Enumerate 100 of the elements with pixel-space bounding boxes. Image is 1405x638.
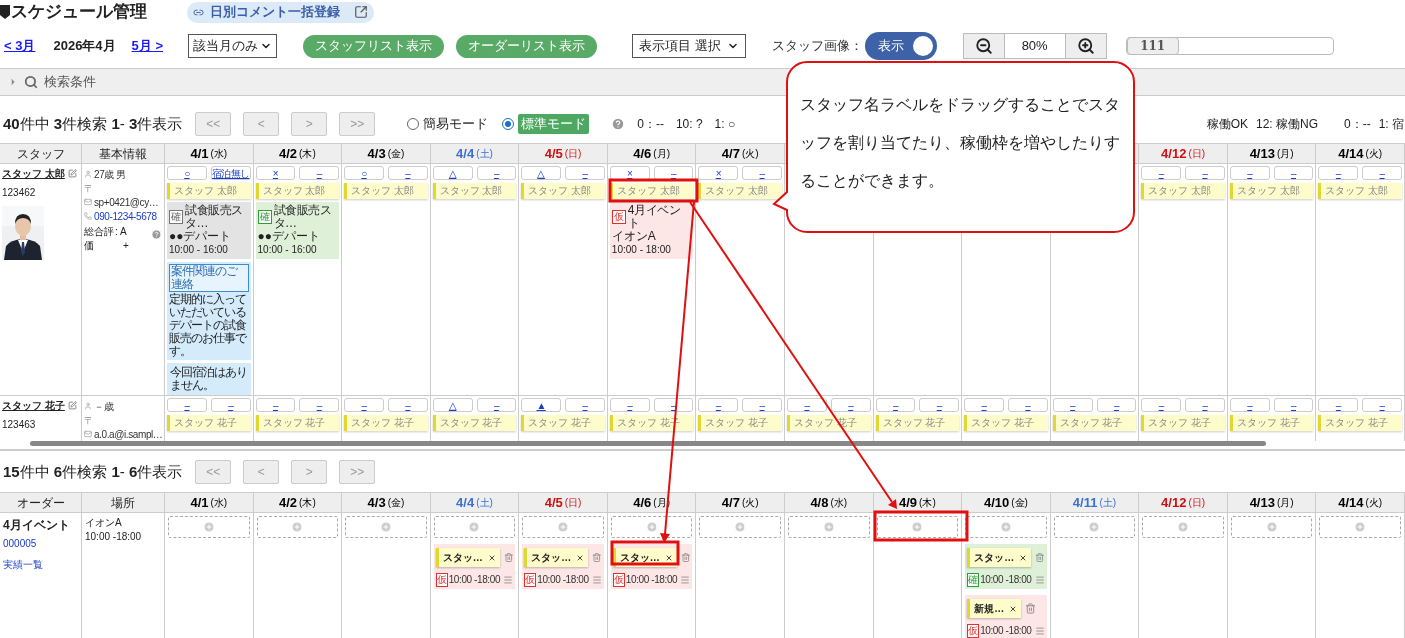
availability-mark[interactable]: – <box>1185 398 1225 412</box>
close-icon[interactable] <box>576 553 585 562</box>
availability-mark[interactable]: – <box>830 398 871 412</box>
availability-mark[interactable]: – <box>653 166 694 180</box>
add-slot[interactable] <box>345 516 427 538</box>
staff-chip[interactable]: スタッ… <box>524 548 589 567</box>
availability-mark[interactable]: – <box>787 398 827 412</box>
availability-mark[interactable]: – <box>387 398 428 412</box>
availability-mark[interactable]: – <box>387 166 428 180</box>
add-slot[interactable] <box>1319 516 1401 538</box>
availability-mark[interactable]: △ <box>521 166 562 180</box>
prev-month-link[interactable]: < 3月 <box>4 36 36 56</box>
staff-label[interactable]: スタッフ 太郎 <box>432 183 517 199</box>
trash-icon[interactable] <box>503 552 514 563</box>
availability-mark[interactable]: – <box>1273 166 1314 180</box>
availability-mark[interactable]: – <box>1362 166 1402 180</box>
add-slot[interactable] <box>522 516 604 538</box>
availability-mark[interactable]: – <box>742 166 782 180</box>
availability-mark[interactable]: – <box>167 398 207 412</box>
staff-label[interactable]: スタッフ 太郎 <box>1229 183 1314 199</box>
availability-mark[interactable]: – <box>476 166 517 180</box>
availability-mark[interactable]: – <box>1229 398 1270 412</box>
staff-label[interactable]: スタッフ 太郎 <box>698 183 782 199</box>
menu-icon[interactable] <box>1034 625 1045 636</box>
availability-mark[interactable]: – <box>565 398 605 412</box>
add-slot[interactable] <box>168 516 250 538</box>
staff-label[interactable]: スタッフ 花子 <box>1141 415 1225 431</box>
availability-mark[interactable]: × <box>609 166 650 180</box>
help-icon[interactable] <box>611 117 626 131</box>
add-slot[interactable] <box>433 516 516 538</box>
close-icon[interactable] <box>1019 553 1028 562</box>
availability-mark[interactable]: – <box>1096 398 1137 412</box>
menu-icon[interactable] <box>1034 574 1045 585</box>
availability-mark[interactable]: – <box>742 398 782 412</box>
availability-mark[interactable]: – <box>1007 398 1048 412</box>
results-link[interactable]: 実績一覧 <box>3 557 78 572</box>
close-icon[interactable] <box>1009 604 1018 613</box>
staff-label[interactable]: スタッフ 花子 <box>521 415 605 431</box>
availability-mark[interactable]: – <box>1141 398 1182 412</box>
staff-label[interactable]: スタッフ 花子 <box>1318 415 1402 431</box>
availability-mark[interactable]: × <box>255 166 296 180</box>
edit-icon[interactable] <box>67 169 77 178</box>
availability-mark[interactable]: – <box>653 398 694 412</box>
availability-mark[interactable]: – <box>609 398 650 412</box>
add-slot[interactable] <box>876 516 959 538</box>
availability-mark[interactable]: – <box>1273 398 1314 412</box>
size-slider[interactable]: 111 <box>1125 37 1334 55</box>
staff-label[interactable]: スタッフ 花子 <box>167 415 251 431</box>
mode-radio[interactable]: 簡易モード <box>407 114 489 134</box>
add-slot[interactable] <box>699 516 781 538</box>
add-slot[interactable] <box>610 516 693 538</box>
availability-mark[interactable]: × <box>698 166 739 180</box>
staff-label[interactable]: スタッフ 太郎 <box>255 183 340 199</box>
display-items-select[interactable]: 表示項目 選択 <box>632 34 746 58</box>
staff-label[interactable]: スタッフ 太郎 <box>1318 183 1402 199</box>
trash-icon[interactable] <box>1025 603 1037 614</box>
staff-label[interactable]: スタッフ 花子 <box>344 415 428 431</box>
staff-label[interactable]: スタッフ 花子 <box>255 415 340 431</box>
trash-icon[interactable] <box>680 552 691 563</box>
staff-label[interactable]: スタッフ 花子 <box>432 415 517 431</box>
add-slot[interactable] <box>1053 516 1136 538</box>
help-icon[interactable] <box>151 229 162 240</box>
availability-mark[interactable]: – <box>1362 398 1402 412</box>
availability-mark[interactable]: – <box>476 398 517 412</box>
staff-label[interactable]: スタッフ 太郎 <box>609 183 694 199</box>
staff-label[interactable]: スタッフ 太郎 <box>344 183 428 199</box>
staff-chip[interactable]: スタッ… <box>967 548 1032 567</box>
availability-mark[interactable]: – <box>1318 398 1359 412</box>
menu-icon[interactable] <box>591 574 602 585</box>
phone-link[interactable]: 090-1234-5678 <box>94 208 157 224</box>
staff-chip[interactable]: スタッ… <box>435 548 500 567</box>
availability-mark[interactable]: – <box>344 398 384 412</box>
availability-mark[interactable]: – <box>210 398 251 412</box>
availability-mark[interactable]: – <box>299 398 340 412</box>
staff-label[interactable]: スタッフ 花子 <box>1229 415 1314 431</box>
staff-label[interactable]: スタッフ 花子 <box>1052 415 1137 431</box>
add-slot[interactable] <box>1230 516 1313 538</box>
availability-mark[interactable]: – <box>255 398 296 412</box>
availability-mark[interactable]: ○ <box>344 166 384 180</box>
availability-mark[interactable]: 宿泊無し <box>210 166 251 180</box>
availability-mark[interactable]: – <box>565 166 605 180</box>
order-code-link[interactable]: 000005 <box>3 536 78 551</box>
add-slot[interactable] <box>256 516 339 538</box>
availability-mark[interactable]: △ <box>432 398 473 412</box>
availability-mark[interactable]: ○ <box>167 166 207 180</box>
staff-label[interactable]: スタッフ 花子 <box>964 415 1048 431</box>
range-select[interactable]: 該当月のみ <box>188 34 278 58</box>
close-icon[interactable] <box>664 553 673 562</box>
slider-handle[interactable]: 111 <box>1126 37 1179 55</box>
scrollbar[interactable] <box>30 441 1266 446</box>
add-slot[interactable] <box>965 516 1047 538</box>
add-slot[interactable] <box>1142 516 1224 538</box>
availability-mark[interactable]: – <box>698 398 739 412</box>
add-slot[interactable] <box>788 516 870 538</box>
staff-label[interactable]: スタッフ 太郎 <box>167 183 251 199</box>
menu-icon[interactable] <box>503 574 514 585</box>
staff-label[interactable]: スタッフ 太郎 <box>1141 183 1225 199</box>
next-month-link[interactable]: 5月 > <box>131 36 164 56</box>
staff-name-link[interactable]: スタッフ 太郎 <box>2 166 65 181</box>
trash-icon[interactable] <box>1035 552 1045 563</box>
